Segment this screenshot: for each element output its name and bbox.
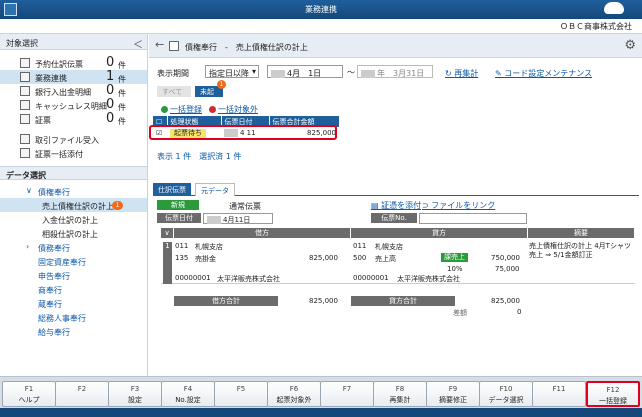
credit-total: 825,000 bbox=[491, 297, 520, 305]
tree-kura[interactable]: 蔵奉行 bbox=[0, 296, 147, 310]
detail-tabs: 仕訳伝票 元データ bbox=[153, 182, 639, 196]
f5-button[interactable]: F5 bbox=[214, 381, 268, 407]
era-field bbox=[207, 216, 221, 224]
diff-value: 0 bbox=[517, 308, 522, 316]
tree-saimu[interactable]: › 債務奉行 bbox=[0, 240, 147, 254]
f4-no-setting-button[interactable]: F4 No.設定 bbox=[161, 381, 215, 407]
company-bar: ＯＢＣ商事株式会社 bbox=[0, 19, 642, 34]
card-icon bbox=[20, 100, 30, 110]
refresh-link[interactable]: ↻ 再集計 bbox=[445, 68, 478, 79]
left-pane-header: 対象選択 ＜ bbox=[0, 34, 147, 51]
journal-row[interactable]: 1 011 札幌支店 135 売掛金 825,000 00000001 太平洋販… bbox=[161, 238, 635, 284]
link-icon bbox=[20, 72, 30, 82]
ledger-icon bbox=[169, 41, 179, 51]
filter-all[interactable]: すべて bbox=[157, 86, 191, 97]
tree-sousai[interactable]: 相殺仕訳の計上 bbox=[0, 226, 147, 240]
main-header: ← 債権奉行 - 売上債権仕訳の計上 ⚙ bbox=[149, 34, 642, 58]
filter-unposted[interactable]: 未起票 1 bbox=[195, 80, 226, 106]
f2-button[interactable]: F2 bbox=[55, 381, 109, 407]
cloud-icon bbox=[604, 2, 624, 14]
f11-button[interactable]: F11 bbox=[532, 381, 586, 407]
gear-icon[interactable]: ⚙ bbox=[624, 38, 636, 53]
era-field bbox=[361, 69, 375, 78]
period-label: 表示期間 bbox=[157, 69, 189, 78]
attach-link[interactable]: ▤ 証憑を添付 bbox=[371, 200, 421, 211]
bank-icon bbox=[20, 86, 30, 96]
window-title: 業務連携 bbox=[305, 5, 337, 14]
tree-saiken[interactable]: ∨ 債権奉行 bbox=[0, 184, 147, 198]
counter-cashless[interactable]: キャッシュレス明細 0 件 bbox=[0, 97, 147, 112]
highlight-box bbox=[149, 125, 337, 140]
era-field bbox=[271, 69, 285, 78]
document-icon: ▤ bbox=[371, 201, 382, 210]
slip-date-input[interactable]: 4月11日 bbox=[203, 213, 273, 224]
tree-shinkoku[interactable]: 申告奉行 bbox=[0, 268, 147, 282]
date-to-input[interactable]: 年 3月31日 bbox=[357, 65, 433, 78]
paperclip-icon bbox=[20, 148, 30, 158]
bottom-bar bbox=[0, 408, 642, 417]
file-link[interactable]: ⊃ ファイルをリンク bbox=[422, 200, 495, 211]
link-bulk-attach[interactable]: 証票一括添付 bbox=[0, 146, 147, 160]
link-icon: ⊃ bbox=[422, 201, 432, 210]
date-from-input[interactable]: 4月 1日 bbox=[267, 65, 343, 78]
counter-bank[interactable]: 銀行入出金明細 0 件 bbox=[0, 83, 147, 98]
f8-refresh-button[interactable]: F8 再集計 bbox=[373, 381, 427, 407]
refresh-icon: ↻ bbox=[445, 69, 455, 78]
slip-no-label: 伝票No. bbox=[371, 213, 417, 223]
minus-circle-icon bbox=[209, 106, 216, 113]
count-badge: 1 bbox=[112, 201, 123, 210]
link-file-import[interactable]: 取引ファイル受入 bbox=[0, 132, 147, 146]
f10-data-select-button[interactable]: F10 データ選択 bbox=[479, 381, 533, 407]
tree-uriage[interactable]: 売上債権仕訳の計上 1 bbox=[0, 198, 147, 212]
count-badge: 1 bbox=[217, 80, 226, 89]
f7-button[interactable]: F7 bbox=[320, 381, 374, 407]
f3-settings-button[interactable]: F3 設定 bbox=[108, 381, 162, 407]
receipt-icon bbox=[20, 114, 30, 124]
tax-badge: 課売上 bbox=[441, 253, 468, 262]
back-arrow-icon[interactable]: ← bbox=[155, 38, 164, 51]
f12-bulk-register-button[interactable]: F12 一括登録 bbox=[586, 381, 640, 407]
wrench-icon: ✎ bbox=[495, 69, 505, 78]
left-pane-title: 対象選択 bbox=[6, 39, 38, 48]
check-circle-icon bbox=[161, 106, 168, 113]
bulk-register-link[interactable]: 一括登録 bbox=[161, 104, 202, 115]
main-pane: ← 債権奉行 - 売上債権仕訳の計上 ⚙ 表示期間 指定日以降 ▾ 4月 1日 … bbox=[149, 34, 642, 376]
counter-gyomu-renkei[interactable]: 業務連携 1 件 bbox=[0, 69, 147, 84]
collapse-icon[interactable]: ∨ bbox=[161, 228, 173, 238]
slip-no-input[interactable] bbox=[419, 213, 527, 224]
tab-journal[interactable]: 仕訳伝票 bbox=[153, 183, 191, 196]
memo-text: 売上債権仕訳の計上 4月Tシャツ売上 ⇒ 5/1金額訂正 bbox=[529, 242, 631, 259]
chevron-down-icon: ∨ bbox=[26, 186, 32, 195]
f6-exclude-button[interactable]: F6 起票対象外 bbox=[267, 381, 321, 407]
title-bar: 業務連携 bbox=[0, 0, 642, 19]
debit-total: 825,000 bbox=[309, 297, 338, 305]
period-row: 表示期間 指定日以降 ▾ 4月 1日 ～ 年 3月31日 ↻ 再集計 ✎ コード… bbox=[157, 65, 593, 79]
code-setting-link[interactable]: ✎ コード設定メンテナンス bbox=[495, 68, 592, 79]
collapse-arrow-icon[interactable]: ＜ bbox=[133, 36, 143, 51]
slip-type: 通常伝票 bbox=[229, 202, 261, 211]
slip-date-label: 伝票日付 bbox=[157, 213, 201, 223]
company-name: ＯＢＣ商事株式会社 bbox=[560, 22, 632, 31]
tree-somu[interactable]: 総務人事奉行 bbox=[0, 310, 147, 324]
f9-memo-edit-button[interactable]: F9 摘要修正 bbox=[426, 381, 480, 407]
chevron-down-icon: ▾ bbox=[251, 67, 256, 76]
chevron-right-icon: › bbox=[26, 242, 30, 251]
document-icon bbox=[20, 58, 30, 68]
left-pane: 対象選択 ＜ 予約仕訳伝票 0 件 業務連携 1 件 銀行入出金明細 0 件 キ… bbox=[0, 34, 148, 376]
tree-kotei[interactable]: 固定資産奉行 bbox=[0, 254, 147, 268]
tree-kyuyo[interactable]: 給与奉行 bbox=[0, 324, 147, 338]
new-badge: 新規 bbox=[157, 200, 199, 210]
data-select-header: データ選択 bbox=[0, 166, 147, 180]
counter-yoyaku[interactable]: 予約仕訳伝票 0 件 bbox=[0, 55, 147, 70]
tree-sho[interactable]: 商奉行 bbox=[0, 282, 147, 296]
tree-nyukin[interactable]: 入金仕訳の計上 bbox=[0, 212, 147, 226]
breadcrumb: 債権奉行 - 売上債権仕訳の計上 bbox=[185, 43, 308, 52]
tab-source[interactable]: 元データ bbox=[195, 183, 235, 196]
period-select[interactable]: 指定日以降 ▾ bbox=[205, 65, 259, 78]
f1-help-button[interactable]: F1 ヘルプ bbox=[2, 381, 56, 407]
grid-summary: 表示 1 件 選択済 1 件 bbox=[157, 152, 242, 161]
file-import-icon bbox=[20, 134, 30, 144]
counter-voucher[interactable]: 証票 0 件 bbox=[0, 111, 147, 126]
bulk-exclude-link[interactable]: 一括対象外 bbox=[209, 104, 258, 115]
